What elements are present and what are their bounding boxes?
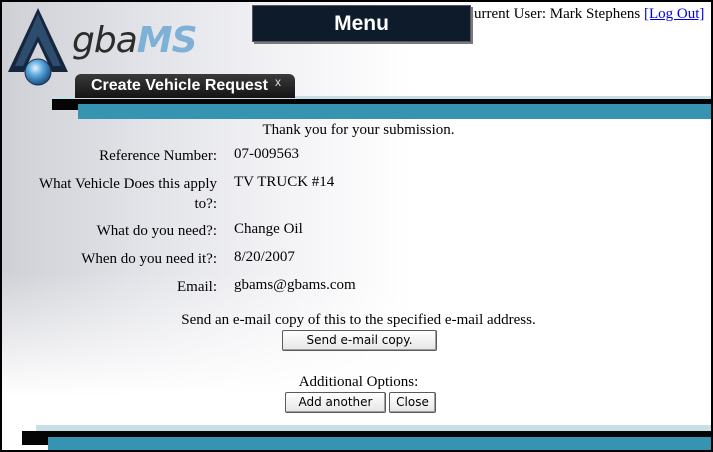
current-user-text: Current User: Mark Stephens — [464, 6, 641, 22]
send-email-copy-button[interactable]: Send e-mail copy. — [282, 330, 437, 351]
field-value: Change Oil — [234, 221, 303, 237]
close-button[interactable]: Close — [389, 392, 436, 413]
current-user-info: Current User: Mark Stephens [Log Out] — [464, 6, 704, 23]
additional-options-text: Additional Options: — [298, 374, 419, 390]
field-value: 8/20/2007 — [234, 249, 295, 265]
logo-wordmark: gbaMS — [72, 20, 198, 61]
field-label: Reference Number: — [99, 148, 217, 164]
header-divider-blue — [78, 104, 711, 119]
field-value: 07-009563 — [234, 146, 299, 162]
field-value: gbams@gbams.com — [234, 277, 356, 293]
field-label: What Vehicle Does this apply to?: — [38, 176, 217, 212]
tab-create-vehicle-request[interactable]: Create Vehicle Request x — [75, 74, 295, 98]
field-value: TV TRUCK #14 — [234, 174, 335, 190]
close-icon[interactable]: x — [275, 70, 281, 94]
field-label: Email: — [177, 279, 217, 295]
field-label: What do you need?: — [96, 223, 217, 239]
thank-you-message: Thank you for your submission. — [262, 122, 455, 138]
field-label: When do you need it?: — [81, 251, 217, 267]
tab-title: Create Vehicle Request — [91, 77, 268, 94]
add-another-button[interactable]: Add another — [285, 392, 386, 413]
logout-link[interactable]: [Log Out] — [644, 6, 704, 22]
email-copy-text: Send an e-mail copy of this to the speci… — [181, 312, 536, 328]
app-window: gbaMS Menu Current User: Mark Stephens [… — [0, 0, 713, 452]
menu-button[interactable]: Menu — [252, 5, 471, 42]
footer-divider-blue — [48, 437, 711, 450]
